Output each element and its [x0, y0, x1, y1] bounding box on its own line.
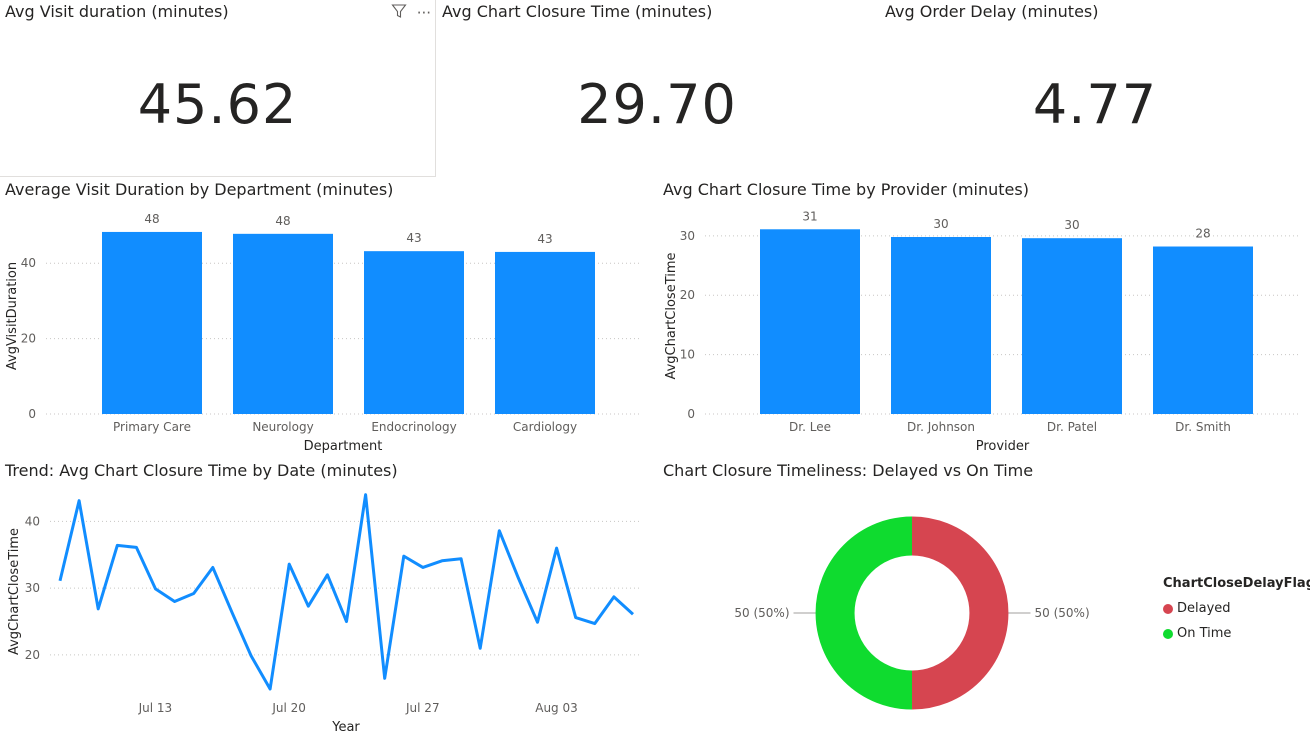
y-axis-title: AvgChartCloseTime — [664, 252, 679, 379]
legend-dot-on-time — [1163, 628, 1173, 639]
trend-line[interactable] — [58, 493, 635, 691]
bar[interactable] — [364, 251, 464, 414]
y-tick-label: 0 — [28, 407, 36, 421]
x-tick-label: Neurology — [252, 420, 313, 434]
data-label: 43 — [406, 231, 421, 245]
bar[interactable] — [1022, 238, 1122, 414]
donut-slice-on-time[interactable] — [815, 516, 913, 710]
legend-item-on-time[interactable]: On Time — [1163, 626, 1310, 641]
x-tick-label: Cardiology — [513, 420, 577, 434]
y-tick-label: 20 — [25, 648, 40, 662]
y-axis-title: AvgVisitDuration — [5, 262, 20, 370]
x-tick-label: Aug 03 — [535, 701, 578, 715]
x-tick-label: Jul 27 — [405, 701, 440, 715]
x-axis-title: Department — [304, 439, 383, 454]
x-tick-label: Endocrinology — [371, 420, 456, 434]
y-tick-label: 0 — [687, 407, 695, 421]
legend-dot-delayed — [1163, 603, 1173, 614]
y-tick-label: 20 — [680, 288, 695, 302]
x-tick-label: Jul 13 — [138, 701, 173, 715]
legend-title: ChartCloseDelayFlag — [1163, 576, 1310, 591]
data-label: 30 — [1064, 218, 1079, 232]
y-tick-label: 30 — [680, 229, 695, 243]
bar[interactable] — [102, 231, 202, 414]
x-tick-label: Dr. Smith — [1175, 420, 1231, 434]
y-tick-label: 30 — [25, 581, 40, 595]
charts-canvas[interactable]: 0 20 40 48 Primary Care 48 Neurology 43 Endocrin… — [0, 0, 1310, 737]
donut-chart: 50 (50%) 50 (50%) — [734, 516, 1090, 710]
legend-label: On Time — [1177, 626, 1232, 641]
data-label: 31 — [802, 209, 817, 223]
data-label: 30 — [933, 217, 948, 231]
y-tick-label: 40 — [21, 256, 36, 270]
bar[interactable] — [891, 237, 991, 414]
x-tick-label: Dr. Lee — [789, 420, 831, 434]
slice-label: 50 (50%) — [734, 606, 789, 620]
data-label: 48 — [144, 212, 159, 226]
y-tick-label: 20 — [21, 332, 36, 346]
x-axis-title: Year — [331, 720, 360, 735]
bar[interactable] — [760, 229, 860, 414]
x-tick-label: Jul 20 — [271, 701, 306, 715]
donut-legend: ChartCloseDelayFlag Delayed On Time — [1163, 576, 1310, 651]
trend-line-chart: 20 30 40 Jul 13 Jul 20 Jul 27 Aug 03 Year AvgCha… — [7, 493, 640, 735]
x-tick-label: Primary Care — [113, 420, 191, 434]
slice-label: 50 (50%) — [1035, 606, 1090, 620]
legend-item-delayed[interactable]: Delayed — [1163, 601, 1310, 616]
y-tick-label: 10 — [680, 348, 695, 362]
legend-label: Delayed — [1177, 601, 1231, 616]
y-tick-label: 40 — [25, 514, 40, 528]
dept-bar-chart: 0 20 40 48 Primary Care 48 Neurology 43 Endocrin… — [5, 212, 640, 454]
donut-slice-delayed[interactable] — [911, 516, 1009, 710]
bar[interactable] — [495, 251, 595, 414]
bar[interactable] — [1153, 246, 1253, 414]
x-tick-label: Dr. Johnson — [907, 420, 975, 434]
data-label: 28 — [1195, 227, 1210, 241]
y-axis-title: AvgChartCloseTime — [7, 528, 22, 655]
x-axis-title: Provider — [976, 439, 1030, 454]
provider-bar-chart: 0 10 20 30 31 Dr. Lee 30 Dr. Johnson 30 Dr. Patel… — [664, 209, 1300, 454]
data-label: 43 — [537, 232, 552, 246]
data-label: 48 — [275, 214, 290, 228]
x-tick-label: Dr. Patel — [1047, 420, 1097, 434]
bar[interactable] — [233, 233, 333, 414]
